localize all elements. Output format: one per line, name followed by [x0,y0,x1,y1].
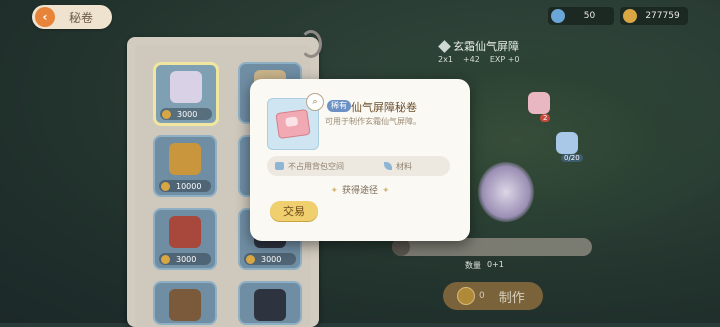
scroll-paper-icon [275,108,311,140]
energy-counter[interactable]: 50 [548,7,614,25]
type-attr: 材料 [396,161,412,171]
price-tag: 3000 [160,108,212,120]
scroll-item-icon: ⌕ [267,93,324,150]
scroll-slot[interactable] [153,281,217,325]
price-tag: 3000 [244,253,296,265]
sparkle-icon: ✦ [330,186,338,196]
trade-button[interactable]: 交易 [270,201,318,221]
obtain-source-link[interactable]: ✦ 获得途径 ✦ [250,183,470,196]
item-icon [254,289,286,321]
scroll-slot[interactable]: 10000 [153,135,217,197]
map-badge-count: 0/20 [561,154,583,162]
item-detail-popup: ⌕ 稀有 仙气屏障秘卷 可用于制作玄霜仙气屏障。 不占用背包空间 材料 ✦ 获得途… [250,79,470,241]
coin-icon [246,254,255,264]
item-name: 仙气屏障秘卷 [351,101,417,114]
material-icon [384,162,392,170]
page-title: 秘卷 [69,10,94,25]
coin-icon [623,9,637,23]
red-book-icon [169,216,201,248]
item-description: 可用于制作玄霜仙气屏障。 [325,117,421,126]
back-button[interactable]: ‹ 秘卷 [32,5,112,29]
coin-counter[interactable]: 277759 [620,7,688,25]
scroll-slot[interactable] [238,281,302,325]
exp-stat: EXP +0 [489,55,520,64]
mist-barrier-preview [478,162,534,222]
gold-pile-icon [169,143,201,175]
item-icon [169,289,201,321]
attribute-bar: 不占用背包空间 材料 [267,156,450,176]
recipe-stats: 2x1 +42 EXP +0 [438,55,520,64]
craft-button[interactable]: 0 制作 [443,282,543,310]
scroll-map-icon [528,92,550,114]
ice-block-icon [556,132,578,154]
binder-ring-icon [300,30,322,58]
magnifier-icon[interactable]: ⌕ [306,93,324,111]
scroll-slot[interactable]: 3000 [153,208,217,270]
coin-icon [457,287,475,305]
recipe-title: 玄霜仙气屏障 [438,38,519,54]
quantity-label: 数量 0+1 [465,260,504,270]
sparkle-icon: ✦ [382,186,390,196]
gem-icon [438,39,451,53]
coin-icon [162,109,171,119]
rarity-badge: 稀有 [327,100,351,112]
coin-icon [161,181,170,191]
back-arrow-icon: ‹ [35,7,55,27]
bonus-stat: +42 [462,55,480,64]
mist-scroll-icon [170,71,202,103]
coin-icon [161,254,170,264]
price-tag: 3000 [159,253,211,265]
storage-attr: 不占用背包空间 [288,161,344,171]
price-tag: 10000 [159,180,211,192]
energy-icon [551,9,565,23]
size-stat: 2x1 [438,55,453,64]
bag-icon [275,162,284,170]
scroll-slot[interactable]: 3000 [153,62,219,126]
